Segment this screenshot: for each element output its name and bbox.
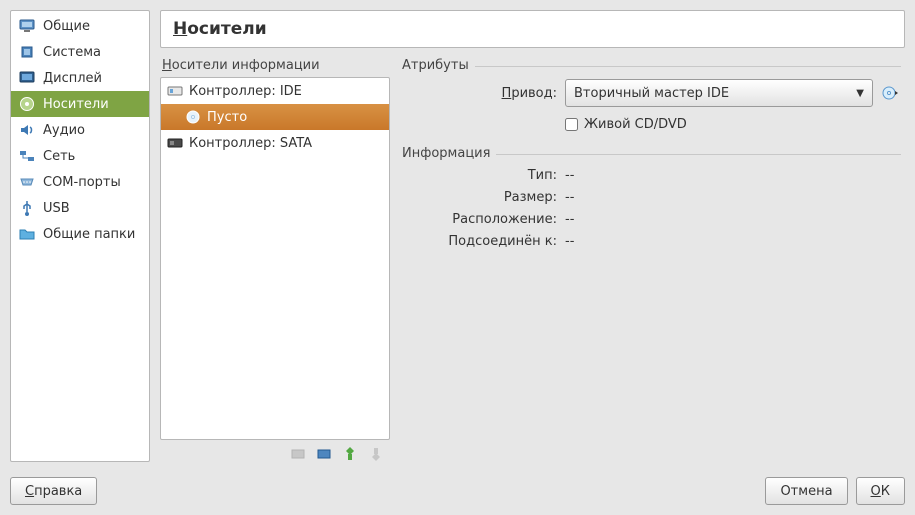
tree-item-label: Пусто — [207, 110, 247, 125]
cd-icon — [185, 109, 201, 125]
sidebar-item-audio[interactable]: Аудио — [11, 117, 149, 143]
sidebar-item-label: Сеть — [43, 149, 75, 164]
info-label-attached: Подсоединён к: — [402, 234, 565, 249]
sidebar-item-usb[interactable]: USB — [11, 195, 149, 221]
add-controller-disabled-icon — [290, 446, 306, 462]
info-label-type: Тип: — [402, 168, 565, 183]
choose-disk-button[interactable] — [879, 82, 901, 104]
info-label-location: Расположение: — [402, 212, 565, 227]
live-cd-label[interactable]: Живой CD/DVD — [584, 117, 687, 132]
sidebar-item-label: Аудио — [43, 123, 85, 138]
attributes-group-title: Атрибуты — [402, 58, 901, 73]
tree-item-controller-sata[interactable]: Контроллер: SATA — [161, 130, 389, 156]
drive-label: Привод: — [402, 86, 565, 101]
settings-sidebar: Общие Система Дисплей Носители Аудио Сет… — [10, 10, 150, 462]
usb-icon — [19, 200, 35, 216]
add-attachment-icon[interactable] — [342, 446, 358, 462]
network-icon — [19, 148, 35, 164]
sidebar-item-label: Общие — [43, 19, 90, 34]
storage-tree-title: Носители информации — [162, 58, 390, 73]
storage-tree-toolbar — [160, 440, 390, 462]
sidebar-item-system[interactable]: Система — [11, 39, 149, 65]
tree-item-label: Контроллер: IDE — [189, 84, 302, 99]
info-value-type: -- — [565, 168, 574, 183]
sidebar-item-label: Общие папки — [43, 227, 135, 242]
sidebar-item-label: Система — [43, 45, 101, 60]
live-cd-checkbox[interactable] — [565, 118, 578, 131]
folder-icon — [19, 226, 35, 242]
tree-item-controller-ide[interactable]: Контроллер: IDE — [161, 78, 389, 104]
info-value-location: -- — [565, 212, 574, 227]
sidebar-item-serial[interactable]: COM-порты — [11, 169, 149, 195]
sidebar-item-label: COM-порты — [43, 175, 121, 190]
sidebar-item-label: Дисплей — [43, 71, 102, 86]
drive-value: Вторичный мастер IDE — [574, 86, 729, 101]
sidebar-item-general[interactable]: Общие — [11, 13, 149, 39]
info-value-attached: -- — [565, 234, 574, 249]
help-button[interactable]: Справка — [10, 477, 97, 505]
storage-tree[interactable]: Контроллер: IDE Пусто Контроллер: SATA — [160, 77, 390, 440]
ok-button[interactable]: ОК — [856, 477, 905, 505]
tree-item-empty-cd[interactable]: Пусто — [161, 104, 389, 130]
chevron-down-icon: ▼ — [856, 88, 864, 99]
information-group-title: Информация — [402, 146, 901, 161]
drive-combobox[interactable]: Вторичный мастер IDE ▼ — [565, 79, 873, 107]
sidebar-item-storage[interactable]: Носители — [11, 91, 149, 117]
add-controller-icon[interactable] — [316, 446, 332, 462]
remove-attachment-icon[interactable] — [368, 446, 384, 462]
display-icon — [19, 70, 35, 86]
sidebar-item-shared-folders[interactable]: Общие папки — [11, 221, 149, 247]
sidebar-item-label: Носители — [43, 97, 109, 112]
page-title: Носители — [160, 10, 905, 48]
monitor-icon — [19, 18, 35, 34]
speaker-icon — [19, 122, 35, 138]
sata-controller-icon — [167, 135, 183, 151]
tree-item-label: Контроллер: SATA — [189, 136, 312, 151]
disc-icon — [19, 96, 35, 112]
sidebar-item-label: USB — [43, 201, 70, 216]
chip-icon — [19, 44, 35, 60]
sidebar-item-network[interactable]: Сеть — [11, 143, 149, 169]
info-value-size: -- — [565, 190, 574, 205]
info-label-size: Размер: — [402, 190, 565, 205]
ide-controller-icon — [167, 83, 183, 99]
cancel-button[interactable]: Отмена — [765, 477, 847, 505]
serial-icon — [19, 174, 35, 190]
sidebar-item-display[interactable]: Дисплей — [11, 65, 149, 91]
